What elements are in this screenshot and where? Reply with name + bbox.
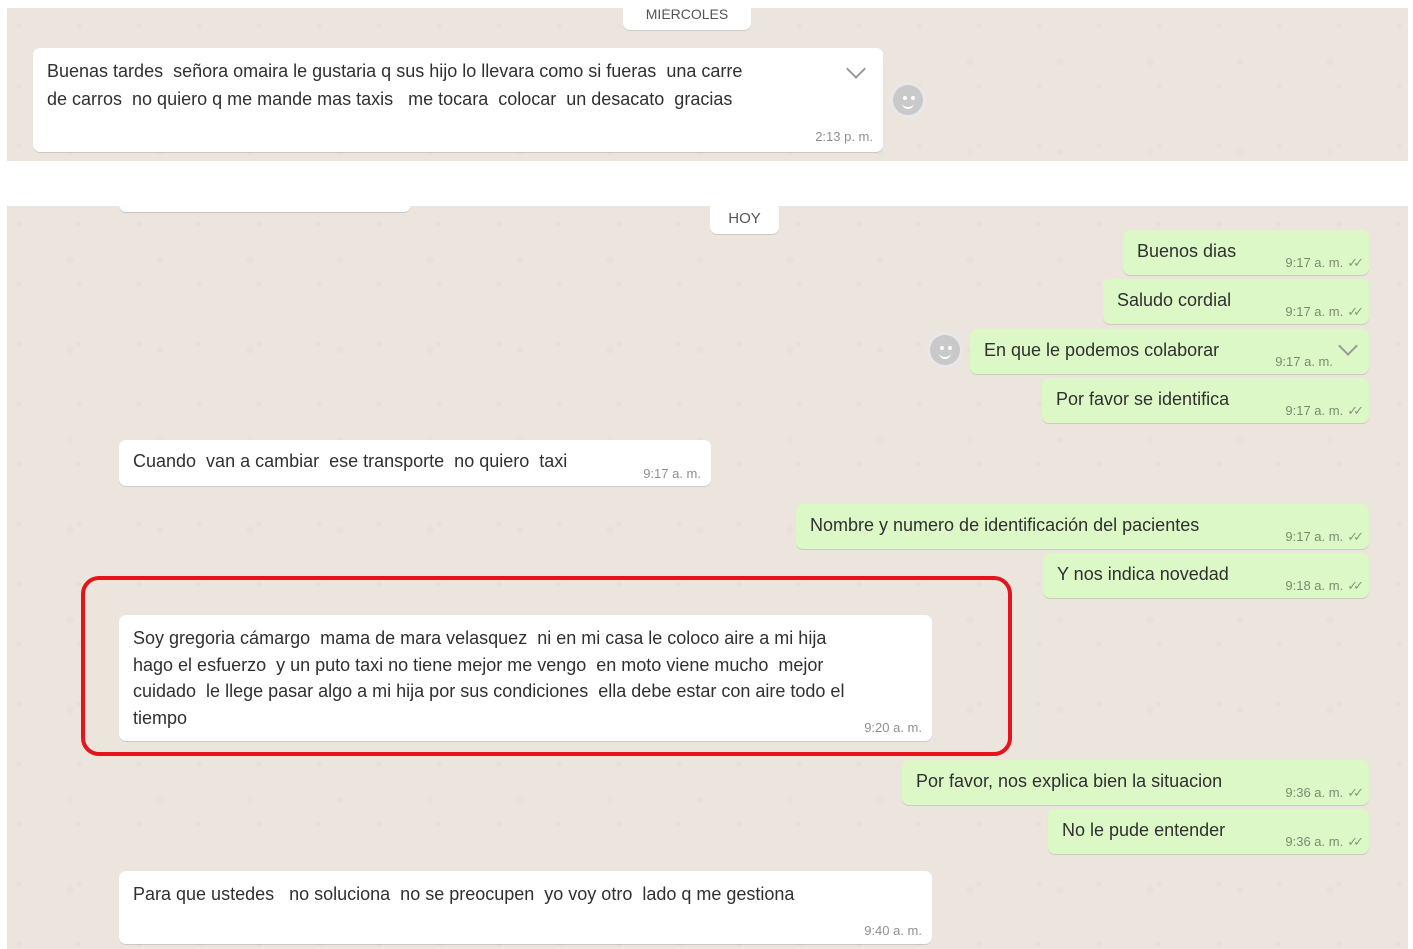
outgoing-message[interactable]: Buenos dias 9:17 a. m. ✓✓ [1123,230,1369,275]
message-time: 9:20 a. m. [864,720,922,735]
message-text: Saludo cordial [1117,290,1232,310]
message-time: 9:18 a. m. ✓✓ [1285,578,1364,593]
incoming-message[interactable]: Para que ustedes no soluciona no se preo… [119,871,932,944]
message-text: Por favor, nos explica bien la situacion [916,771,1223,791]
incoming-message-highlighted[interactable]: Soy gregoria cámargo mama de mara velasq… [119,615,932,741]
message-time: 2:13 p. m. [815,129,873,144]
double-check-icon: ✓✓ [1347,403,1364,418]
double-check-icon: ✓✓ [1347,785,1364,800]
message-text: En que le podemos colaborar [984,340,1220,360]
message-time: 9:17 a. m. ✓✓ [1285,255,1364,270]
message-text-line: Buenas tardes señora omaira le gustaria … [47,61,743,81]
message-time: 9:17 a. m. [1275,354,1333,369]
chat-panel-today: HOY Buenos dias 9:17 a. m. ✓✓ Saludo cord… [7,206,1408,949]
message-time: 9:17 a. m. ✓✓ [1285,529,1364,544]
text-fade [813,48,883,98]
message-text: Nombre y numero de identificación del pa… [810,515,1200,535]
chat-panel-wednesday: MIÉRCOLES Buenas tardes señora omaira le… [7,8,1408,161]
outgoing-message[interactable]: Saludo cordial 9:17 a. m. ✓✓ [1103,279,1369,324]
message-time: 9:17 a. m. ✓✓ [1285,403,1364,418]
outgoing-message[interactable]: No le pude entender 9:36 a. m. ✓✓ [1048,809,1369,854]
incoming-message[interactable]: Cuando van a cambiar ese transporte no q… [119,440,711,486]
message-text-line: hago el esfuerzo y un puto taxi no tiene… [133,655,824,675]
outgoing-message[interactable]: Por favor, nos explica bien la situacion… [902,760,1369,805]
outgoing-message[interactable]: Por favor se identifica 9:17 a. m. ✓✓ [1042,378,1369,423]
outgoing-message[interactable]: Y nos indica novedad 9:18 a. m. ✓✓ [1043,553,1369,598]
chevron-down-icon[interactable] [1338,336,1358,356]
message-text: No le pude entender [1062,820,1226,840]
outgoing-message[interactable]: En que le podemos colaborar 9:17 a. m. [970,329,1369,374]
message-time: 9:17 a. m. ✓✓ [1285,304,1364,319]
double-check-icon: ✓✓ [1347,255,1364,270]
smiley-face-icon[interactable] [890,82,926,118]
double-check-icon: ✓✓ [1347,578,1364,593]
message-time: 9:36 a. m. ✓✓ [1285,785,1364,800]
double-check-icon: ✓✓ [1347,529,1364,544]
cut-off-message [119,206,411,212]
date-divider: HOY [710,206,779,234]
message-text: Cuando van a cambiar ese transporte no q… [133,451,568,471]
date-divider: MIÉRCOLES [623,8,751,30]
message-time: 9:40 a. m. [864,923,922,938]
message-text: Y nos indica novedad [1057,564,1229,584]
message-text-line: cuidado le llege pasar algo a mi hija po… [133,681,845,701]
message-text: Por favor se identifica [1056,389,1230,409]
message-text: Buenos dias [1137,241,1237,261]
double-check-icon: ✓✓ [1347,304,1364,319]
message-text-line: tiempo [133,708,188,728]
outgoing-message[interactable]: Nombre y numero de identificación del pa… [796,504,1369,549]
message-time: 9:17 a. m. [643,466,701,481]
message-text: Para que ustedes no soluciona no se preo… [133,884,795,904]
incoming-message[interactable]: Buenas tardes señora omaira le gustaria … [33,48,883,152]
smiley-face-icon[interactable] [927,332,963,368]
message-time: 9:36 a. m. ✓✓ [1285,834,1364,849]
message-text-line: de carros no quiero q me mande mas taxis… [47,89,733,109]
double-check-icon: ✓✓ [1347,834,1364,849]
message-text-line: Soy gregoria cámargo mama de mara velasq… [133,628,827,648]
